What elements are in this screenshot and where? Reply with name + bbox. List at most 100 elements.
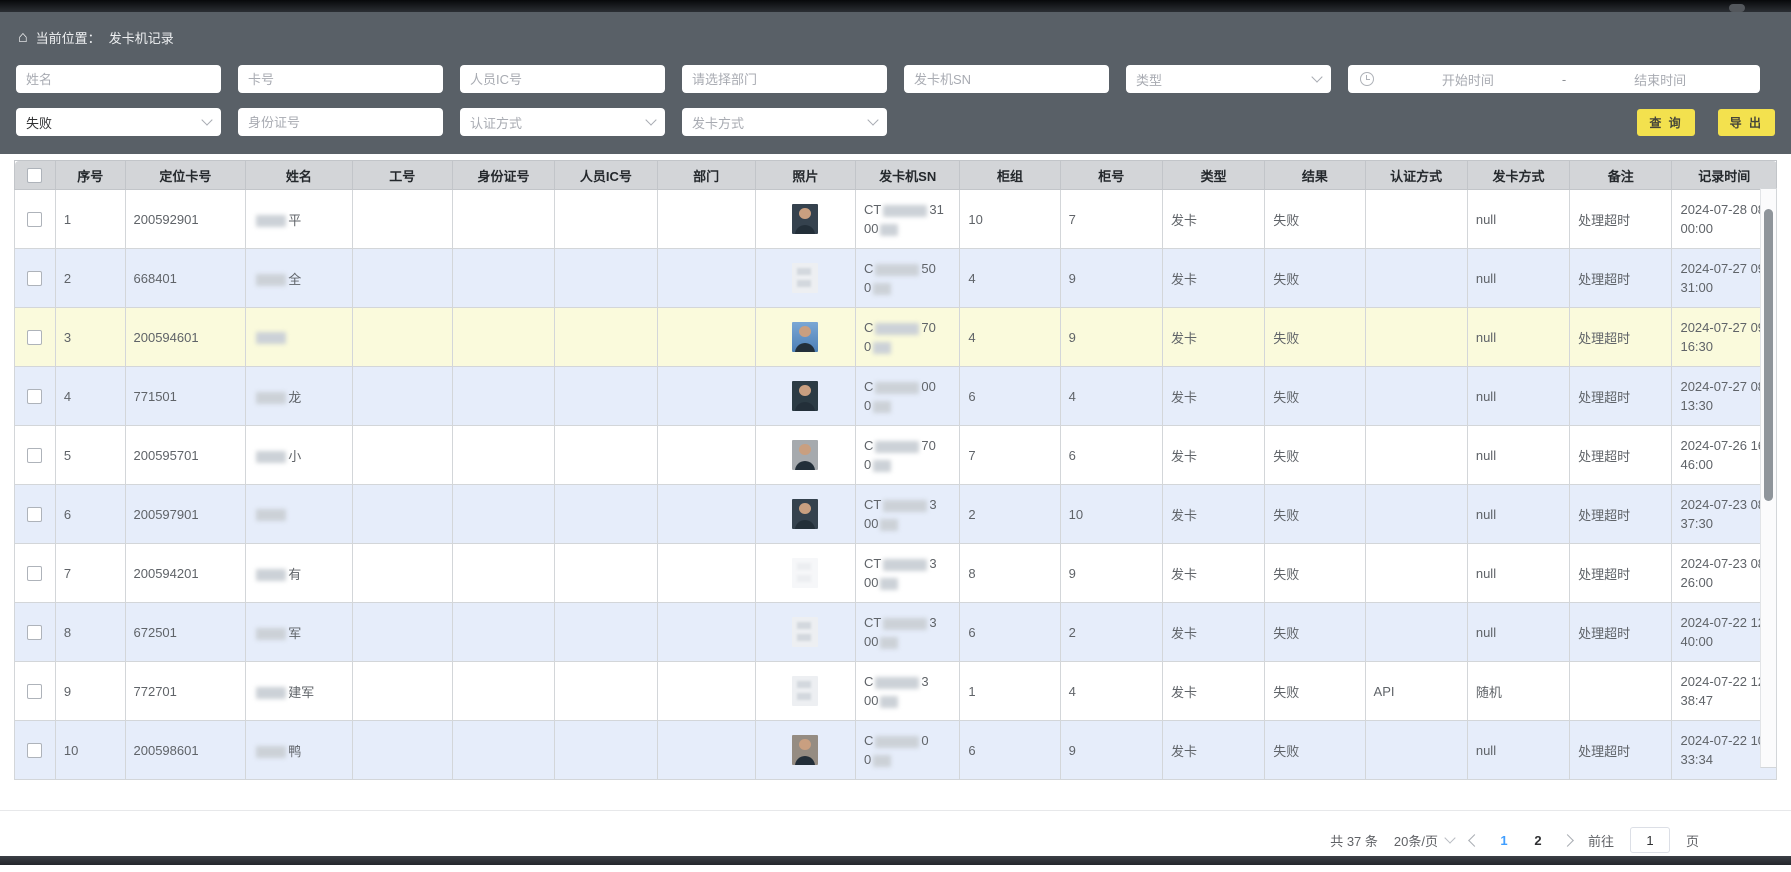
cell-photo [755, 308, 855, 367]
issue-select-placeholder: 发卡方式 [692, 113, 744, 132]
person-photo[interactable] [792, 735, 818, 765]
page-size-select[interactable]: 20条/页 [1394, 831, 1454, 850]
page-number-1[interactable]: 1 [1495, 833, 1513, 848]
row-checkbox[interactable] [27, 743, 42, 758]
card-number-input[interactable] [238, 65, 443, 93]
table-row[interactable]: 3200594601C70049发卡失败null处理超时2024-07-27 0… [15, 308, 1777, 367]
department-select-input[interactable] [682, 65, 887, 93]
export-button[interactable]: 导 出 [1718, 109, 1775, 136]
cell-issue-method: null [1467, 367, 1569, 426]
redacted-name [256, 451, 286, 463]
cell-seq: 5 [55, 426, 125, 485]
select-all-checkbox[interactable] [27, 168, 42, 183]
table-scrollbar[interactable] [1760, 188, 1777, 768]
table-row[interactable]: 4771501龙C00064发卡失败null处理超时2024-07-27 08:… [15, 367, 1777, 426]
cell-type: 发卡 [1162, 603, 1264, 662]
row-checkbox[interactable] [27, 566, 42, 581]
person-photo[interactable] [792, 204, 818, 234]
goto-page-input[interactable] [1630, 827, 1670, 853]
machine-sn-input[interactable] [904, 65, 1109, 93]
cell-photo [755, 485, 855, 544]
row-checkbox[interactable] [27, 625, 42, 640]
issue-method-select[interactable]: 发卡方式 [682, 108, 887, 136]
filter-row-2: 失败 认证方式 发卡方式 查 询 导 出 [16, 108, 1775, 136]
cell-card-number: 200598601 [125, 721, 246, 780]
daterange-picker[interactable]: 开始时间 - 结束时间 [1348, 65, 1760, 93]
person-photo[interactable] [792, 381, 818, 411]
cell-department [657, 308, 755, 367]
page-number-2[interactable]: 2 [1529, 833, 1547, 848]
breadcrumb-page-name: 发卡机记录 [109, 28, 174, 47]
person-photo[interactable] [792, 440, 818, 470]
home-icon[interactable]: ⌂ [18, 30, 28, 46]
row-checkbox[interactable] [27, 389, 42, 404]
range-separator: - [1562, 72, 1566, 87]
table-row[interactable]: 6200597901CT300210发卡失败null处理超时2024-07-23… [15, 485, 1777, 544]
cell-auth-method [1365, 603, 1467, 662]
person-photo[interactable] [792, 558, 818, 588]
cell-seq: 9 [55, 662, 125, 721]
row-checkbox[interactable] [27, 330, 42, 345]
redacted-sn [873, 755, 891, 767]
scroll-down-icon[interactable] [1765, 754, 1773, 762]
next-page-button[interactable] [1561, 834, 1574, 847]
column-header-10: 柜组 [960, 161, 1060, 190]
cell-name: 有 [246, 544, 352, 603]
cell-type: 发卡 [1162, 544, 1264, 603]
chevron-down-icon [645, 114, 656, 125]
column-header-7: 部门 [657, 161, 755, 190]
row-checkbox[interactable] [27, 684, 42, 699]
table-row[interactable]: 7200594201有CT30089发卡失败null处理超时2024-07-23… [15, 544, 1777, 603]
cell-cabinet-group: 1 [960, 662, 1060, 721]
table-row[interactable]: 9772701建军C30014发卡失败API随机2024-07-22 12:38… [15, 662, 1777, 721]
cell-id-number [452, 603, 554, 662]
cell-department [657, 249, 755, 308]
cell-auth-method [1365, 308, 1467, 367]
table-row[interactable]: 1200592901平CT3100107发卡失败null处理超时2024-07-… [15, 190, 1777, 249]
person-photo[interactable] [792, 499, 818, 529]
table-row[interactable]: 5200595701小C70076发卡失败null处理超时2024-07-26 … [15, 426, 1777, 485]
query-button[interactable]: 查 询 [1637, 109, 1694, 136]
redacted-sn [880, 519, 898, 531]
person-photo[interactable] [792, 263, 818, 293]
cell-machine-sn: CT300 [856, 485, 960, 544]
cell-photo [755, 190, 855, 249]
result-select[interactable]: 失败 [16, 108, 221, 136]
cell-result: 失败 [1265, 308, 1365, 367]
person-photo[interactable] [792, 676, 818, 706]
prev-page-button[interactable] [1468, 834, 1481, 847]
type-select[interactable]: 类型 [1126, 65, 1331, 93]
cell-card-number: 668401 [125, 249, 246, 308]
row-checkbox[interactable] [27, 271, 42, 286]
cell-person-ic [555, 485, 657, 544]
row-checkbox[interactable] [27, 507, 42, 522]
cell-department [657, 426, 755, 485]
row-checkbox[interactable] [27, 212, 42, 227]
person-photo[interactable] [792, 617, 818, 647]
name-input[interactable] [16, 65, 221, 93]
person-photo[interactable] [792, 322, 818, 352]
table-row[interactable]: 10200598601鸭C0069发卡失败null处理超时2024-07-22 … [15, 721, 1777, 780]
cell-issue-method: null [1467, 308, 1569, 367]
scroll-up-icon[interactable] [1765, 194, 1773, 202]
scrollbar-thumb[interactable] [1764, 209, 1773, 501]
cell-id-number [452, 721, 554, 780]
cell-checkbox [15, 190, 56, 249]
table-row[interactable]: 2668401全C50049发卡失败null处理超时2024-07-27 09:… [15, 249, 1777, 308]
column-header-9: 发卡机SN [856, 161, 960, 190]
row-checkbox[interactable] [27, 448, 42, 463]
start-time-placeholder: 开始时间 [1380, 70, 1556, 89]
idcard-input[interactable] [238, 108, 443, 136]
cell-cabinet-number: 9 [1060, 721, 1162, 780]
end-time-placeholder: 结束时间 [1572, 70, 1748, 89]
redacted-sn [875, 323, 919, 335]
auth-method-select[interactable]: 认证方式 [460, 108, 665, 136]
cell-photo [755, 249, 855, 308]
content-area: 序号定位卡号姓名工号身份证号人员IC号部门照片发卡机SN柜组柜号类型结果认证方式… [0, 160, 1791, 872]
cell-emp-id [352, 721, 452, 780]
table-row[interactable]: 8672501军CT30062发卡失败null处理超时2024-07-22 12… [15, 603, 1777, 662]
cell-machine-sn: C000 [856, 367, 960, 426]
cell-cabinet-group: 6 [960, 367, 1060, 426]
person-ic-input[interactable] [460, 65, 665, 93]
cell-cabinet-number: 7 [1060, 190, 1162, 249]
